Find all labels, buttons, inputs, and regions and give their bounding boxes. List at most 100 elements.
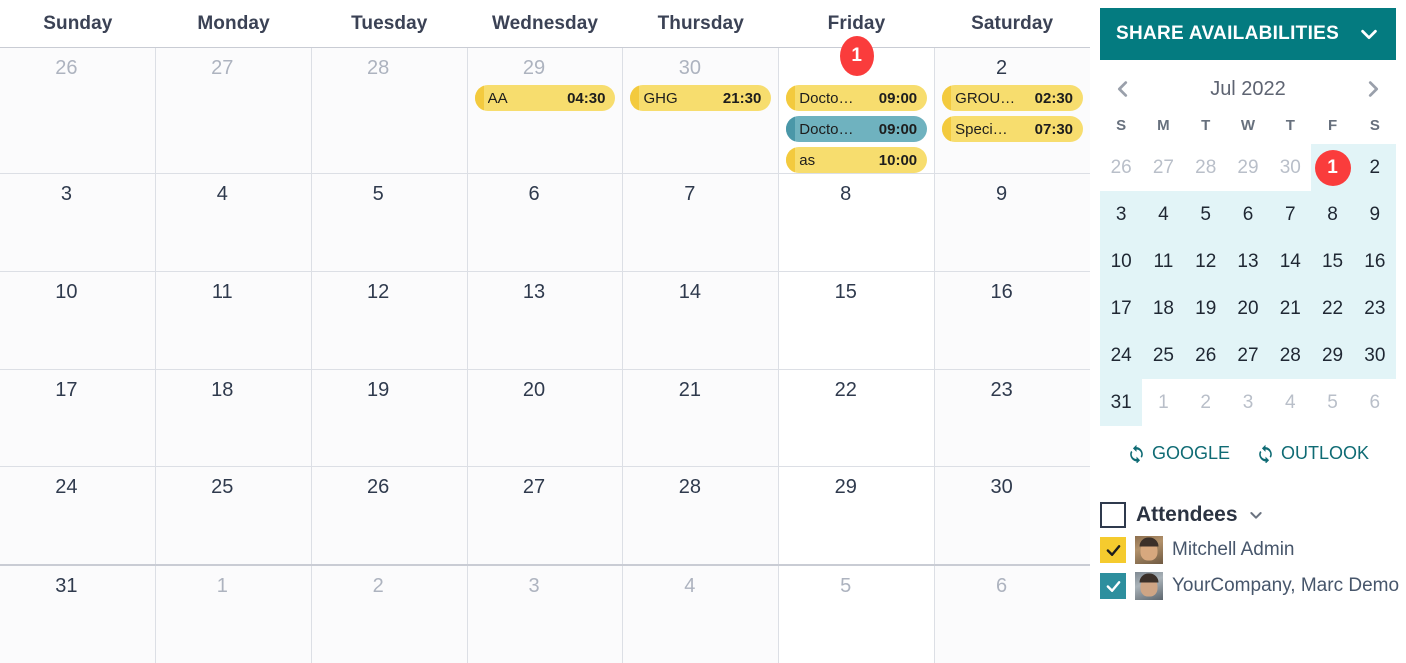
mini-calendar-day[interactable]: 6 [1227, 191, 1269, 238]
mini-calendar-day[interactable]: 21 [1269, 285, 1311, 332]
event-pill[interactable]: AA04:30 [475, 85, 616, 111]
calendar-day-cell[interactable]: 14 [622, 272, 778, 369]
calendar-day-cell[interactable]: 30 [934, 467, 1090, 564]
event-pill[interactable]: Docto…09:00 [786, 85, 927, 111]
mini-calendar-day[interactable]: 13 [1227, 238, 1269, 285]
mini-calendar-day[interactable]: 11 [1142, 238, 1184, 285]
calendar-day-cell[interactable]: 31 [0, 566, 155, 663]
calendar-day-cell[interactable]: 28 [311, 48, 467, 173]
mini-calendar-day[interactable]: 27 [1227, 332, 1269, 379]
attendee-checkbox[interactable] [1100, 573, 1126, 599]
calendar-day-cell[interactable]: 15 [778, 272, 934, 369]
attendee-row[interactable]: YourCompany, Marc Demo [1100, 568, 1396, 604]
mini-calendar-day[interactable]: 28 [1269, 332, 1311, 379]
calendar-day-cell[interactable]: 2 [311, 566, 467, 663]
calendar-day-cell[interactable]: 17 [0, 370, 155, 467]
calendar-day-cell[interactable]: 3 [467, 566, 623, 663]
mini-calendar-day[interactable]: 15 [1311, 238, 1353, 285]
mini-calendar-day[interactable]: 1 [1311, 144, 1353, 191]
mini-calendar-day[interactable]: 7 [1269, 191, 1311, 238]
mini-calendar-day[interactable]: 10 [1100, 238, 1142, 285]
event-pill[interactable]: Speci…07:30 [942, 116, 1083, 142]
mini-calendar-day[interactable]: 22 [1311, 285, 1353, 332]
mini-calendar-day[interactable]: 23 [1354, 285, 1396, 332]
mini-calendar-day[interactable]: 31 [1100, 379, 1142, 426]
mini-calendar-day[interactable]: 12 [1185, 238, 1227, 285]
calendar-day-cell[interactable]: 8 [778, 174, 934, 271]
calendar-day-cell[interactable]: 25 [155, 467, 311, 564]
mini-calendar-day[interactable]: 6 [1354, 379, 1396, 426]
calendar-day-cell[interactable]: 26 [311, 467, 467, 564]
mini-calendar-day[interactable]: 14 [1269, 238, 1311, 285]
mini-calendar-day[interactable]: 1 [1142, 379, 1184, 426]
mini-calendar-day[interactable]: 4 [1269, 379, 1311, 426]
calendar-day-cell[interactable]: 22 [778, 370, 934, 467]
calendar-day-cell[interactable]: 4 [622, 566, 778, 663]
attendee-row[interactable]: Mitchell Admin [1100, 532, 1396, 568]
calendar-day-cell[interactable]: 29AA04:30 [467, 48, 623, 173]
calendar-day-cell[interactable]: 1 Docto…09:00Docto…09:00as10:00 [778, 48, 934, 173]
event-pill[interactable]: as10:00 [786, 147, 927, 173]
event-pill[interactable]: Docto…09:00 [786, 116, 927, 142]
mini-calendar-day[interactable]: 29 [1227, 144, 1269, 191]
calendar-day-cell[interactable]: 19 [311, 370, 467, 467]
mini-calendar-day[interactable]: 3 [1100, 191, 1142, 238]
mini-calendar-day[interactable]: 20 [1227, 285, 1269, 332]
calendar-day-cell[interactable]: 28 [622, 467, 778, 564]
mini-calendar-day[interactable]: 26 [1100, 144, 1142, 191]
mini-calendar-day[interactable]: 19 [1185, 285, 1227, 332]
event-pill[interactable]: GROU…02:30 [942, 85, 1083, 111]
mini-calendar-day[interactable]: 16 [1354, 238, 1396, 285]
sync-google-button[interactable]: GOOGLE [1127, 443, 1230, 464]
mini-calendar-day[interactable]: 30 [1354, 332, 1396, 379]
mini-calendar-day[interactable]: 8 [1311, 191, 1353, 238]
mini-calendar-day[interactable]: 25 [1142, 332, 1184, 379]
calendar-day-cell[interactable]: 12 [311, 272, 467, 369]
calendar-day-cell[interactable]: 23 [934, 370, 1090, 467]
calendar-day-cell[interactable]: 30GHG21:30 [622, 48, 778, 173]
mini-calendar-day[interactable]: 28 [1185, 144, 1227, 191]
mini-calendar-day[interactable]: 27 [1142, 144, 1184, 191]
chevron-down-icon[interactable] [1248, 507, 1264, 523]
chevron-left-icon[interactable] [1112, 78, 1134, 100]
attendee-checkbox[interactable] [1100, 537, 1126, 563]
calendar-day-cell[interactable]: 5 [778, 566, 934, 663]
calendar-day-cell[interactable]: 1 [155, 566, 311, 663]
calendar-day-cell[interactable]: 7 [622, 174, 778, 271]
calendar-day-cell[interactable]: 6 [934, 566, 1090, 663]
mini-calendar-day[interactable]: 2 [1354, 144, 1396, 191]
mini-calendar-day[interactable]: 9 [1354, 191, 1396, 238]
calendar-day-cell[interactable]: 27 [155, 48, 311, 173]
calendar-day-cell[interactable]: 6 [467, 174, 623, 271]
mini-calendar-day[interactable]: 30 [1269, 144, 1311, 191]
calendar-day-cell[interactable]: 9 [934, 174, 1090, 271]
event-pill[interactable]: GHG21:30 [630, 85, 771, 111]
mini-calendar-day[interactable]: 3 [1227, 379, 1269, 426]
calendar-day-cell[interactable]: 24 [0, 467, 155, 564]
share-availabilities-button[interactable]: SHARE AVAILABILITIES [1100, 8, 1396, 60]
calendar-day-cell[interactable]: 27 [467, 467, 623, 564]
chevron-right-icon[interactable] [1362, 78, 1384, 100]
attendees-select-all-checkbox[interactable] [1100, 502, 1126, 528]
calendar-day-cell[interactable]: 5 [311, 174, 467, 271]
mini-calendar-day[interactable]: 18 [1142, 285, 1184, 332]
calendar-day-cell[interactable]: 18 [155, 370, 311, 467]
calendar-day-cell[interactable]: 11 [155, 272, 311, 369]
mini-calendar-day[interactable]: 26 [1185, 332, 1227, 379]
calendar-day-cell[interactable]: 3 [0, 174, 155, 271]
calendar-day-cell[interactable]: 20 [467, 370, 623, 467]
mini-calendar-day[interactable]: 4 [1142, 191, 1184, 238]
mini-calendar-day[interactable]: 29 [1311, 332, 1353, 379]
mini-calendar-day[interactable]: 5 [1311, 379, 1353, 426]
calendar-day-cell[interactable]: 29 [778, 467, 934, 564]
calendar-day-cell[interactable]: 21 [622, 370, 778, 467]
calendar-day-cell[interactable]: 4 [155, 174, 311, 271]
calendar-day-cell[interactable]: 2GROU…02:30Speci…07:30 [934, 48, 1090, 173]
mini-calendar-day[interactable]: 2 [1185, 379, 1227, 426]
calendar-day-cell[interactable]: 26 [0, 48, 155, 173]
mini-calendar-day[interactable]: 5 [1185, 191, 1227, 238]
mini-calendar-day[interactable]: 17 [1100, 285, 1142, 332]
mini-calendar-day[interactable]: 24 [1100, 332, 1142, 379]
calendar-day-cell[interactable]: 10 [0, 272, 155, 369]
calendar-day-cell[interactable]: 16 [934, 272, 1090, 369]
